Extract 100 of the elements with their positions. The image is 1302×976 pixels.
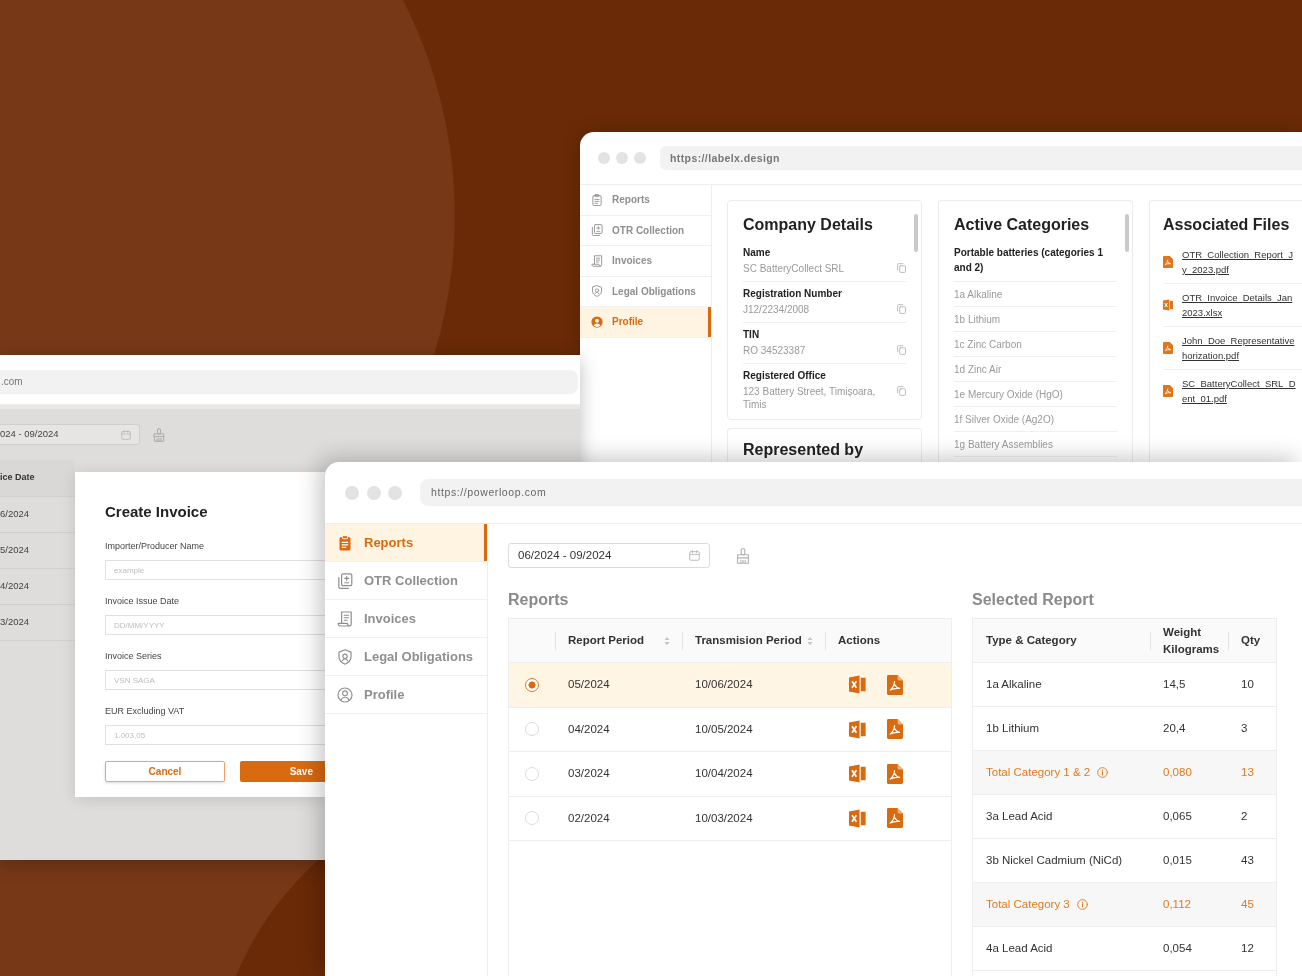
category-item: 1a Alkaline [954, 282, 1117, 307]
field-label: Name [743, 246, 772, 259]
window-dot-icon[interactable] [345, 485, 359, 500]
table-cell-text: 0,065 [1162, 808, 1193, 824]
pdf-icon[interactable] [887, 808, 903, 829]
column-header[interactable]: Transmision Period [682, 619, 825, 662]
table-cell-text: 13 [1240, 764, 1255, 780]
copy-icon[interactable] [897, 263, 906, 273]
column-header: ice Date [0, 460, 75, 497]
section-title: Selected Report [972, 590, 1095, 610]
file-link[interactable]: John_Doe_Representative horization.pdf [1182, 333, 1295, 363]
input-field[interactable]: 1.003,05 [105, 725, 325, 745]
pdf-file-icon [1163, 342, 1173, 354]
date-range-field[interactable]: 024 - 09/2024 [0, 424, 140, 445]
spreadsheet-icon[interactable] [849, 675, 866, 695]
table-cell-text: 0,054 [1162, 940, 1193, 956]
table-cell-text: 0,015 [1162, 852, 1193, 868]
window-dot-icon[interactable] [366, 485, 381, 500]
save-button[interactable]: Save [240, 761, 325, 782]
field-value: RO 34523387 [743, 344, 807, 357]
table-cell-text: 4a Lead Acid [985, 940, 1054, 956]
sidebar-item[interactable]: Profile [580, 307, 711, 338]
pdf-file-icon [1163, 385, 1173, 397]
file-link[interactable]: OTR_Collection_Report_J y_2023.pdf [1182, 247, 1293, 277]
category-item: 1e Mercury Oxide (HgO) [954, 382, 1117, 407]
input-field[interactable]: DD/MM/YYYY [105, 615, 325, 635]
copy-icon[interactable] [897, 345, 906, 355]
receipt-icon [591, 254, 603, 267]
window-dot-icon[interactable] [598, 152, 610, 164]
scrollbar-thumb[interactable] [914, 214, 918, 252]
field-value: 123 Battery Street, Timișoara, Timis [743, 385, 877, 411]
receipt-icon [337, 610, 353, 627]
sidebar-item[interactable]: Profile [325, 676, 487, 714]
column-header[interactable]: Report Period [555, 619, 682, 662]
address-bar[interactable]: .com [0, 369, 578, 394]
table-cell-text: 04/2024 [567, 721, 611, 737]
sidebar-item[interactable]: Legal Obligations [325, 638, 487, 676]
info-icon[interactable] [1076, 899, 1088, 910]
table-cell-text: 10/04/2024 [694, 766, 754, 782]
category-item: 1c Zinc Carbon [954, 332, 1117, 357]
address-bar[interactable]: https://powerloop.com [420, 479, 1302, 506]
column-header: Weight Kilograms [1150, 619, 1228, 662]
field-label: Registered Office [743, 369, 827, 382]
file-link[interactable]: SC_BatteryCollect_SRL_D ent_01.pdf [1182, 376, 1296, 406]
window-dot-icon[interactable] [616, 152, 628, 164]
address-bar[interactable]: https://labelx.design [660, 146, 1302, 170]
dialog-title: Create Invoice [105, 502, 209, 522]
cancel-button[interactable]: Cancel [105, 761, 225, 782]
sidebar-item[interactable]: Invoices [325, 600, 487, 638]
table-cell-text: 3a Lead Acid [985, 808, 1054, 824]
broom-icon[interactable] [736, 547, 750, 564]
card-title: Company Details [743, 215, 874, 235]
table-cell-text: Total Category 3 [986, 896, 1070, 912]
input-field[interactable]: VSN SAGA [105, 670, 325, 690]
documents-icon [337, 572, 353, 589]
spreadsheet-icon[interactable] [849, 808, 866, 828]
documents-icon [591, 224, 603, 237]
calendar-icon [689, 550, 700, 561]
broom-icon[interactable] [153, 427, 165, 442]
spreadsheet-file-icon [1163, 299, 1173, 311]
field-value: J12/2234/2008 [743, 303, 811, 316]
copy-icon[interactable] [897, 386, 906, 396]
scrollbar-thumb[interactable] [1125, 214, 1129, 252]
radio-button[interactable] [525, 677, 539, 692]
category-item: 1d Zinc Air [954, 357, 1117, 382]
pdf-icon[interactable] [887, 674, 903, 695]
file-link[interactable]: OTR_Invoice_Details_Jan 2023.xlsx [1182, 290, 1293, 320]
clipboard-icon [337, 534, 353, 551]
column-header: Type & Category [985, 633, 1078, 648]
category-group-title: Portable batteries (categories 1 and 2) [954, 241, 1117, 282]
spreadsheet-icon[interactable] [849, 719, 866, 739]
table-cell-text: 43 [1240, 852, 1255, 868]
sidebar-item[interactable]: OTR Collection [580, 215, 711, 246]
sidebar-item[interactable]: OTR Collection [325, 562, 487, 600]
table-cell-text: 20,4 [1162, 720, 1187, 736]
pdf-icon[interactable] [887, 719, 903, 740]
sort-icon [807, 635, 813, 646]
table-row[interactable]: 05/2024 10/06/2024 [509, 663, 951, 708]
pdf-file-icon [1163, 256, 1173, 268]
table-cell-text: 1b Lithium [985, 720, 1041, 736]
sidebar-item[interactable]: Reports [325, 524, 487, 562]
table-cell-text: 10/06/2024 [694, 677, 754, 693]
copy-icon[interactable] [897, 304, 906, 314]
table-cell-text: 3b Nickel Cadmium (NiCd) [985, 852, 1124, 868]
field-value: SC BatteryCollect SRL [743, 262, 846, 275]
sidebar-item[interactable]: Invoices [580, 246, 711, 277]
info-icon[interactable] [1097, 767, 1109, 778]
table-cell-text: 14,5 [1162, 676, 1187, 692]
table-cell-text: Total Category 1 & 2 [986, 764, 1091, 780]
window-dot-icon[interactable] [634, 152, 646, 164]
card-title: Represented by [743, 441, 865, 459]
date-range-field[interactable]: 06/2024 - 09/2024 [508, 543, 710, 568]
card-title: Active Categories [954, 215, 1091, 235]
spreadsheet-icon[interactable] [849, 764, 866, 784]
category-item: 1b Lithium [954, 307, 1117, 332]
window-dot-icon[interactable] [388, 485, 402, 500]
table-cell-text: 02/2024 [567, 810, 611, 826]
sidebar-item[interactable]: Reports [580, 185, 711, 216]
pdf-icon[interactable] [887, 763, 903, 784]
table-cell-text: 10/05/2024 [694, 721, 754, 737]
